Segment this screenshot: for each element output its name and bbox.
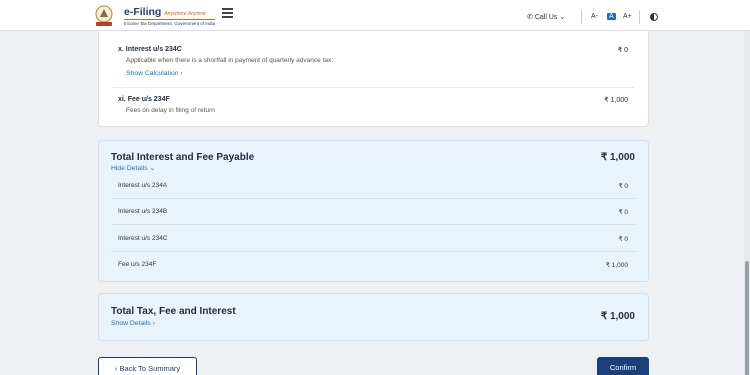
top-header: e-Filing Anywhere Anytime Income Tax Depa… [0,0,750,31]
chevron-down-icon: ⌄ [559,14,566,21]
chevron-right-icon: › [152,320,155,327]
emblem-icon[interactable] [93,4,115,28]
show-details-toggle[interactable]: Show Details › [111,320,155,327]
interest-items-card: x. Interest u/s 234C ₹ 0 Applicable when… [98,31,649,127]
breakdown-amount: ₹ 0 [618,183,628,190]
panel-amount: ₹ 1,000 [600,311,635,322]
item-amount: ₹ 1,000 [604,97,628,104]
breakdown-amount: ₹ 1,000 [605,262,628,269]
font-decrease-button[interactable]: A- [591,13,598,20]
breakdown-label: Fee u/s 234F [118,261,157,268]
show-calculation-link[interactable]: Show Calculation › [126,70,183,77]
row-divider [113,87,634,88]
item-title: xi. Fee u/s 234F [118,96,170,103]
panel-title: Total Interest and Fee Payable [111,152,255,163]
scrollbar-thumb[interactable] [745,261,749,375]
header-divider [581,10,582,24]
call-us-label: Call Us [534,14,558,21]
breakdown-amount: ₹ 0 [618,209,628,216]
scrollbar[interactable] [744,31,750,375]
call-us-dropdown[interactable]: ✆ Call Us ⌄ [527,13,565,21]
row-divider [111,224,636,225]
font-default-button[interactable]: A [607,13,616,20]
total-interest-fee-panel: Total Interest and Fee Payable ₹ 1,000 H… [98,140,649,282]
hide-details-toggle[interactable]: Hide Details ⌄ [111,164,155,172]
row-divider [111,198,636,199]
breakdown-label: Interest u/s 234C [118,235,168,242]
breakdown-label: Interest u/s 234A [118,182,168,189]
item-description: Fees on delay in filing of return [126,107,215,114]
logo-subtitle: Income Tax Department, Government of Ind… [124,19,215,26]
item-description: Applicable when there is a shortfall in … [126,57,334,64]
menu-icon[interactable] [222,8,233,18]
panel-amount: ₹ 1,000 [600,152,635,163]
contrast-icon[interactable] [650,13,658,21]
panel-title: Total Tax, Fee and Interest [111,306,236,317]
item-amount: ₹ 0 [617,47,628,54]
chevron-right-icon: › [180,70,183,77]
total-tax-panel: Total Tax, Fee and Interest ₹ 1,000 Show… [98,293,649,341]
phone-icon: ✆ [527,14,533,21]
item-title: x. Interest u/s 234C [118,46,182,53]
back-to-summary-button[interactable]: ‹ Back To Summary [98,357,197,375]
chevron-left-icon: ‹ [114,364,118,373]
header-divider [639,10,640,24]
chevron-down-icon: ⌄ [147,165,156,172]
breakdown-label: Interest u/s 234B [118,208,168,215]
confirm-button[interactable]: Confirm [597,357,649,375]
breakdown-amount: ₹ 0 [618,236,628,243]
logo-tagline: Anywhere Anytime [164,11,206,17]
logo-title[interactable]: e-Filing Anywhere Anytime [124,6,206,18]
row-divider [111,251,636,252]
font-increase-button[interactable]: A+ [623,13,632,20]
